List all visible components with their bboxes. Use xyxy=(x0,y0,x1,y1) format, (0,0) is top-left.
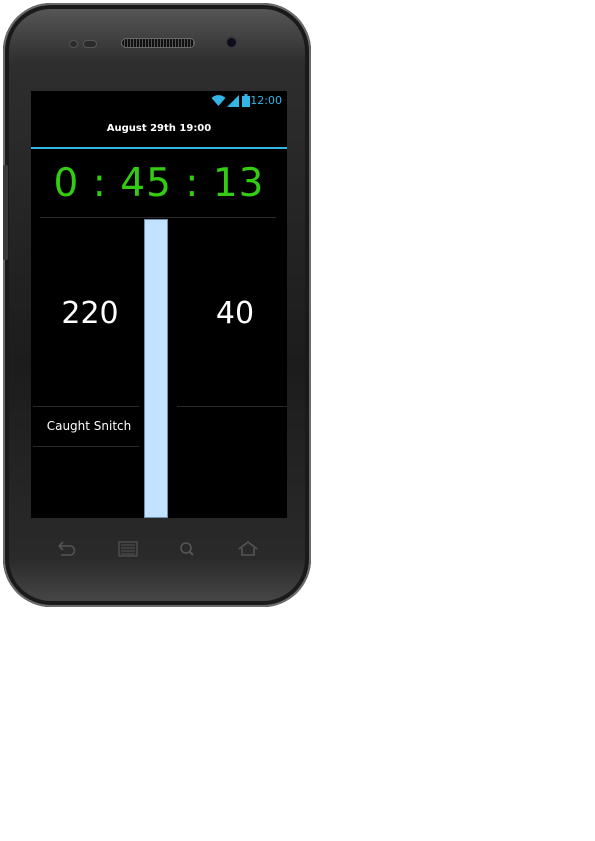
game-timer: 0 : 45 : 13 xyxy=(53,161,265,206)
home-icon[interactable] xyxy=(237,540,259,558)
page-title: August 29th 19:00 xyxy=(106,123,212,134)
front-camera xyxy=(225,36,238,49)
navigation-bar xyxy=(31,530,287,570)
back-icon[interactable] xyxy=(55,540,77,558)
score-right[interactable]: 40 xyxy=(177,296,287,331)
center-divider-bar xyxy=(144,219,168,518)
proximity-sensor xyxy=(69,40,78,48)
caught-snitch-divider xyxy=(33,446,139,447)
status-time: 12:00 xyxy=(250,94,282,107)
timer-divider xyxy=(40,217,276,218)
title-bar: August 29th 19:00 xyxy=(31,111,287,149)
right-score-divider xyxy=(177,406,287,407)
caught-snitch-button[interactable]: Caught Snitch xyxy=(33,407,145,445)
score-left[interactable]: 220 xyxy=(31,296,149,331)
battery-icon xyxy=(242,94,250,107)
earpiece-speaker xyxy=(121,38,195,48)
signal-icon xyxy=(227,95,239,107)
search-icon[interactable] xyxy=(177,540,199,558)
menu-icon[interactable] xyxy=(117,540,139,558)
volume-button xyxy=(3,165,8,260)
light-sensor xyxy=(83,40,97,48)
app-screen: 12:00 August 29th 19:00 0 : 45 : 13 220 … xyxy=(31,91,287,518)
wifi-icon xyxy=(211,95,226,106)
status-bar: 12:00 xyxy=(31,91,287,111)
